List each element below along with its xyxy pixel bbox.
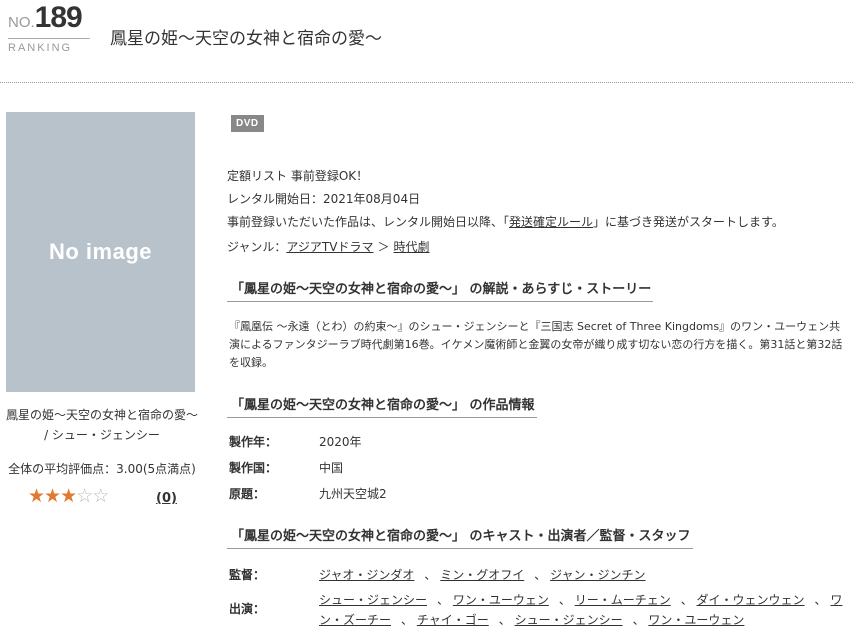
ranking-divider [8, 38, 90, 39]
cover-caption: 鳳星の姫～天空の女神と宿命の愛～ / シュー・ジェンシー [6, 408, 199, 442]
story-description: 『鳳凰伝 ～永遠（とわ）の約束～』のシュー・ジェンシーと『三国志 Secret … [229, 320, 843, 369]
original-title-label: 原題： [229, 487, 266, 501]
genre-link-period-drama[interactable]: 時代劇 [393, 240, 429, 254]
director-list: ジャオ・ジンダオ、 ミン・グオフイ、 ジャン・ジンチン [319, 568, 646, 582]
genre-link-asian-tv-drama[interactable]: アジアTVドラマ [286, 240, 373, 254]
star-filled-icon: ★ [60, 485, 77, 507]
director-link[interactable]: ジャン・ジンチン [550, 568, 645, 582]
cover-placeholder-text: No image [48, 239, 153, 264]
story-section-heading: 「鳳星の姫～天空の女神と宿命の愛～」 の解説・あらすじ・ストーリー [227, 278, 654, 302]
info-section-heading: 「鳳星の姫～天空の女神と宿命の愛～」 の作品情報 [227, 394, 537, 418]
cast-link[interactable]: シュー・ジェンシー [515, 613, 623, 627]
production-country-value: 中国 [319, 461, 344, 475]
star-empty-icon: ☆ [76, 485, 93, 507]
cast-link[interactable]: ワン・ユーウェン [648, 613, 744, 627]
production-year-value: 2020年 [319, 435, 362, 449]
star-filled-icon: ★ [44, 485, 61, 507]
cast-link[interactable]: シュー・ジェンシー [319, 593, 427, 607]
header-divider [0, 82, 853, 83]
director-label: 監督： [229, 568, 266, 582]
cast-link[interactable]: チャイ・ゴー [417, 613, 489, 627]
average-rating: 全体の平均評価点：3.00(5点満点) [8, 462, 196, 476]
cast-label: 出演： [229, 602, 266, 616]
shipping-notice-prefix: 事前登録いただいた作品は、レンタル開始日以降、「 [227, 215, 510, 229]
shipping-rule-link[interactable]: 発送確定ルール [509, 215, 593, 229]
breadcrumb-separator-icon: ＞ [377, 240, 390, 254]
review-count-link[interactable]: (0) [156, 491, 177, 506]
director-link[interactable]: ミン・グオフイ [440, 568, 524, 582]
subscription-status: 定額リスト 事前登録OK！ [227, 169, 369, 183]
ranking-label: RANKING [8, 42, 73, 54]
cast-list: シュー・ジェンシー、 ワン・ユーウェン、 リー・ムーチェン、 ダイ・ウェンウェン… [319, 593, 843, 627]
cast-link[interactable]: ワン・ユーウェン [453, 593, 549, 607]
production-year-label: 製作年： [229, 435, 278, 449]
original-title-value: 九州天空城2 [319, 487, 387, 501]
star-filled-icon: ★ [28, 485, 45, 507]
genre-label: ジャンル： [227, 240, 287, 254]
cast-link[interactable]: ダイ・ウェンウェン [697, 593, 805, 607]
ranking-number: 189 [34, 1, 83, 34]
format-badge: DVD [231, 115, 264, 132]
star-empty-icon: ☆ [92, 485, 109, 507]
cast-link[interactable]: リー・ムーチェン [575, 593, 671, 607]
shipping-notice-suffix: 」に基づき発送がスタートします。 [593, 215, 784, 229]
shipping-notice: 事前登録いただいた作品は、レンタル開始日以降、「発送確定ルール」に基づき発送がス… [227, 213, 784, 230]
star-rating: ★★★☆☆ [28, 485, 109, 507]
rental-start-date: レンタル開始日：2021年08月04日 [227, 192, 421, 206]
cast-section-heading: 「鳳星の姫～天空の女神と宿命の愛～」 のキャスト・出演者／監督・スタッフ [227, 525, 693, 549]
genre-breadcrumb: ジャンル：アジアTVドラマ ＞時代劇 [227, 238, 430, 255]
page-title: 鳳星の姫～天空の女神と宿命の愛～ [110, 29, 382, 49]
director-link[interactable]: ジャオ・ジンダオ [319, 568, 414, 582]
cover-image[interactable]: No image [6, 112, 195, 392]
ranking-block: NO.189 RANKING [8, 1, 90, 54]
production-country-label: 製作国： [229, 461, 278, 475]
ranking-prefix: NO. [8, 14, 35, 31]
